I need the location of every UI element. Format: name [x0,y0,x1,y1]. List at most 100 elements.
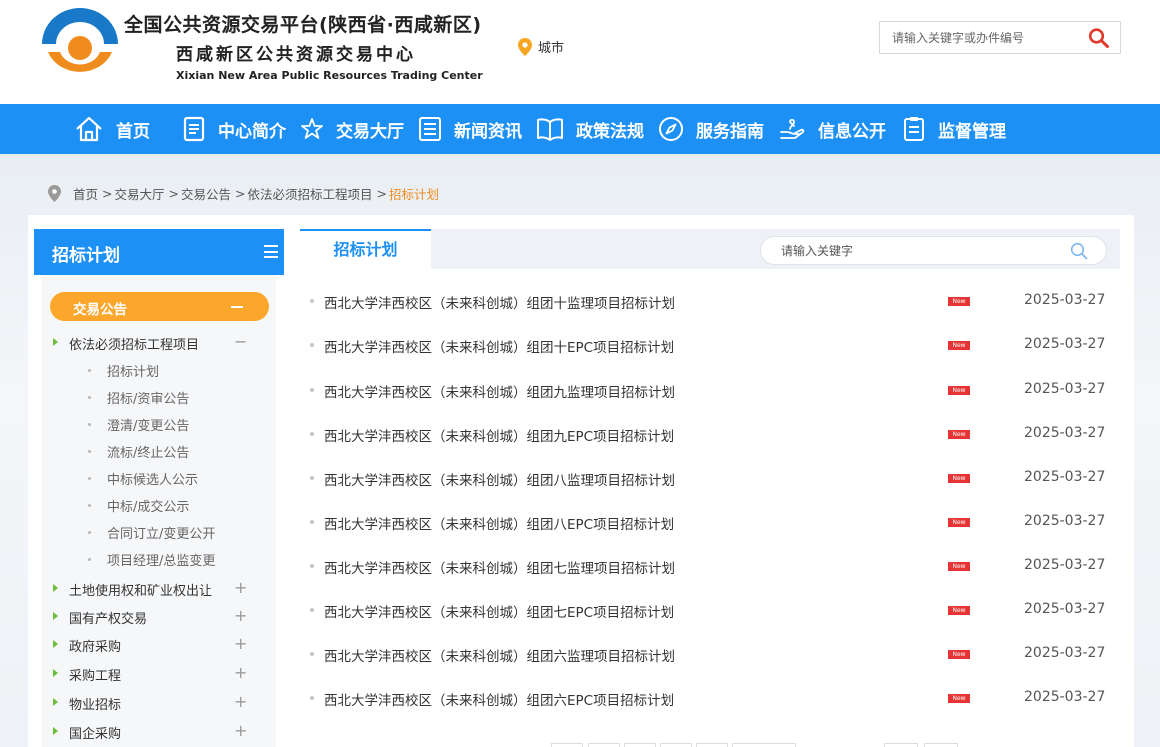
expand-toggle[interactable]: + [234,607,247,625]
list-item[interactable]: 西北大学沣西校区（未来科创城）组团六EPC项目招标计划 New 2025-03-… [310,686,1110,710]
bullet-icon [88,558,91,561]
expand-toggle[interactable]: + [234,579,247,597]
collapse-toggle[interactable]: − [234,333,247,351]
pagination-button[interactable] [732,743,796,747]
list-item-title[interactable]: 西北大学沣西校区（未来科创城）组团六EPC项目招标计划 [324,689,674,709]
list-item[interactable]: 西北大学沣西校区（未来科创城）组团十EPC项目招标计划 New 2025-03-… [310,333,1110,357]
search-icon[interactable] [1088,28,1110,48]
breadcrumb-trading-hall[interactable]: 交易大厅 [115,184,165,203]
search-icon[interactable] [1070,242,1088,260]
sidebar-subitem-label: 招标计划 [107,365,160,380]
sidebar-item-state-property[interactable]: 国有产权交易 + [52,607,252,627]
sidebar-subitem-label: 中标候选人公示 [107,473,199,488]
book-icon [537,118,563,141]
list-item[interactable]: 西北大学沣西校区（未来科创城）组团七EPC项目招标计划 New 2025-03-… [310,598,1110,622]
list-item-title[interactable]: 西北大学沣西校区（未来科创城）组团七监理项目招标计划 [324,557,675,577]
caret-right-icon [53,669,58,677]
pagination-button[interactable] [551,743,583,747]
tab-tender-plan[interactable]: 招标计划 [300,229,431,270]
main-nav: 首页 中心简介 交易大厅 新闻资讯 政策法规 服务指南 信息公开 监督管理 [0,104,1160,154]
expand-toggle[interactable]: + [234,664,247,682]
list-item-title[interactable]: 西北大学沣西校区（未来科创城）组团六监理项目招标计划 [324,645,675,665]
bullet-icon [310,696,314,700]
list-item[interactable]: 西北大学沣西校区（未来科创城）组团八EPC项目招标计划 New 2025-03-… [310,510,1110,534]
pagination-button[interactable] [588,743,620,747]
site-logo[interactable] [38,6,122,84]
pagination-button[interactable] [660,743,692,747]
site-title: 全国公共资源交易平台(陕西省·西咸新区) 西咸新区公共资源交易中心 Xixian… [124,10,504,82]
list-item-title[interactable]: 西北大学沣西校区（未来科创城）组团七EPC项目招标计划 [324,601,674,621]
list-item-date: 2025-03-27 [1024,513,1106,529]
list-item[interactable]: 西北大学沣西校区（未来科创城）组团九EPC项目招标计划 New 2025-03-… [310,422,1110,446]
list-item-title[interactable]: 西北大学沣西校区（未来科创城）组团九EPC项目招标计划 [324,425,674,445]
nav-label: 交易大厅 [336,121,404,142]
city-selector[interactable]: 城市 [518,37,564,56]
bullet-icon [310,476,314,480]
sidebar-item-land-mining[interactable]: 土地使用权和矿业权出让 + [52,579,252,599]
sidebar-subitem-label: 澄清/变更公告 [107,419,190,434]
breadcrumb-announcements[interactable]: 交易公告 [181,184,231,203]
nav-info-disclosure[interactable]: 信息公开 [778,104,886,154]
new-badge: New [948,606,970,615]
sidebar-item-label: 依法必须招标工程项目 [69,338,200,353]
list-item-title[interactable]: 西北大学沣西校区（未来科创城）组团九监理项目招标计划 [324,381,675,401]
sidebar-item-label: 国企采购 [69,727,122,742]
collapse-icon [231,306,243,308]
breadcrumb-projects[interactable]: 依法必须招标工程项目 [248,184,373,203]
expand-toggle[interactable]: + [234,693,247,711]
site-search-input[interactable] [880,22,1080,53]
list-item-title[interactable]: 西北大学沣西校区（未来科创城）组团八监理项目招标计划 [324,469,675,489]
pagination-button[interactable] [884,743,918,747]
sidebar-category-trading-announcement[interactable]: 交易公告 [50,292,269,321]
expand-toggle[interactable]: + [234,635,247,653]
pagination-button[interactable] [924,743,958,747]
breadcrumb-home[interactable]: 首页 [73,184,98,203]
expand-toggle[interactable]: + [234,722,247,740]
sidebar-item-procurement-engineering[interactable]: 采购工程 + [52,664,252,684]
pagination-button[interactable] [696,743,728,747]
list-item-date: 2025-03-27 [1024,557,1106,573]
nav-service-guide[interactable]: 服务指南 [658,104,764,154]
nav-policy[interactable]: 政策法规 [536,104,644,154]
pagination-button[interactable] [624,743,656,747]
list-item[interactable]: 西北大学沣西校区（未来科创城）组团七监理项目招标计划 New 2025-03-2… [310,554,1110,578]
nav-label: 新闻资讯 [454,121,522,142]
sidebar-subitem-label: 中标/成交公示 [107,500,190,515]
list-item-date: 2025-03-27 [1024,292,1106,308]
nav-news[interactable]: 新闻资讯 [418,104,522,154]
sidebar-title: 招标计划 [52,246,120,266]
sidebar-subitem-label: 合同订立/变更公开 [107,527,216,542]
list-item-title[interactable]: 西北大学沣西校区（未来科创城）组团十监理项目招标计划 [324,292,675,312]
sidebar-item-property-tender[interactable]: 物业招标 + [52,693,252,713]
list-item[interactable]: 西北大学沣西校区（未来科创城）组团九监理项目招标计划 New 2025-03-2… [310,378,1110,402]
nav-trading-hall[interactable]: 交易大厅 [300,104,404,154]
sidebar-subitem-label: 流标/终止公告 [107,446,190,461]
breadcrumb-separator: > [102,186,113,201]
star-icon [301,118,323,139]
nav-label: 首页 [116,121,150,142]
new-badge: New [948,650,970,659]
nav-supervision[interactable]: 监督管理 [902,104,1006,154]
sidebar-item-soe-procurement[interactable]: 国企采购 + [52,722,252,742]
list-item-date: 2025-03-27 [1024,645,1106,661]
sidebar-item-government-procurement[interactable]: 政府采购 + [52,635,252,655]
list-item-title[interactable]: 西北大学沣西校区（未来科创城）组团十EPC项目招标计划 [324,336,674,356]
caret-right-icon [53,698,58,706]
site-title-main: 全国公共资源交易平台(陕西省·西咸新区) [124,14,482,36]
nav-center-intro[interactable]: 中心简介 [182,104,286,154]
list-item[interactable]: 西北大学沣西校区（未来科创城）组团十监理项目招标计划 New 2025-03-2… [310,289,1110,313]
menu-icon[interactable] [264,245,278,258]
bullet-icon [88,531,91,534]
list-item-title[interactable]: 西北大学沣西校区（未来科创城）组团八EPC项目招标计划 [324,513,674,533]
bullet-icon [310,564,314,568]
nav-home[interactable]: 首页 [74,104,150,154]
hand-icon [780,118,805,139]
new-badge: New [948,297,970,306]
list-item[interactable]: 西北大学沣西校区（未来科创城）组团六监理项目招标计划 New 2025-03-2… [310,642,1110,666]
sidebar-item-mandatory-tender-projects[interactable]: 依法必须招标工程项目 − [52,333,252,353]
bullet-icon [310,299,314,303]
bullet-icon [310,432,314,436]
nav-label: 政策法规 [576,121,644,142]
list-item[interactable]: 西北大学沣西校区（未来科创城）组团八监理项目招标计划 New 2025-03-2… [310,466,1110,490]
list-search-input[interactable] [781,237,1071,264]
